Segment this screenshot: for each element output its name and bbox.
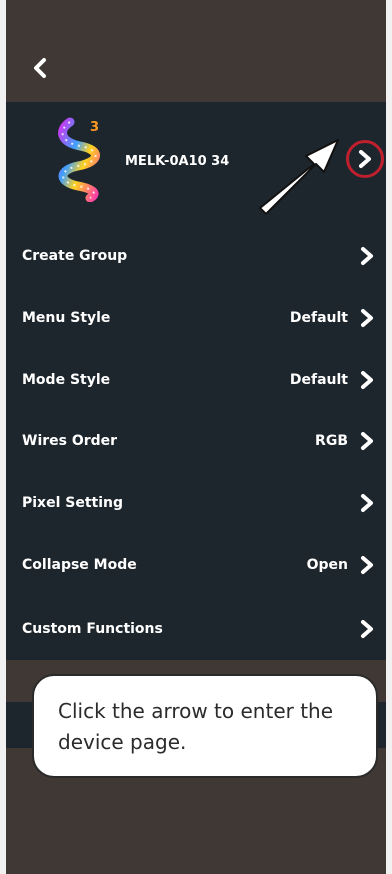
setting-label: Menu Style — [22, 310, 111, 326]
setting-create-group[interactable]: Create Group — [6, 236, 386, 276]
device-arrow-button[interactable] — [346, 140, 384, 178]
logo-badge: 3 — [90, 120, 100, 135]
chevron-right-icon — [361, 309, 373, 327]
setting-label: Custom Functions — [22, 621, 163, 637]
setting-mode-style[interactable]: Mode Style Default — [6, 360, 386, 400]
chevron-left-icon — [34, 58, 46, 78]
chevron-right-icon — [361, 432, 373, 450]
chevron-right-icon — [359, 150, 371, 168]
setting-label: Create Group — [22, 248, 128, 264]
chevron-right-icon — [361, 556, 373, 574]
phone-screen: 3 MELK-0A10 34 Create Group Menu Style D… — [6, 0, 386, 874]
setting-label: Mode Style — [22, 372, 111, 388]
chevron-right-icon — [361, 620, 373, 638]
setting-label: Collapse Mode — [22, 557, 137, 573]
setting-value: Default — [289, 310, 348, 326]
setting-value: Default — [289, 372, 348, 388]
setting-value: Open — [306, 557, 348, 573]
setting-label: Wires Order — [22, 433, 118, 449]
setting-label: Pixel Setting — [22, 495, 124, 511]
top-bar — [6, 0, 386, 102]
setting-pixel-setting[interactable]: Pixel Setting — [6, 483, 386, 523]
chevron-right-icon — [361, 247, 373, 265]
setting-menu-style[interactable]: Menu Style Default — [6, 298, 386, 338]
device-logo — [58, 117, 100, 202]
setting-value: RGB — [315, 433, 348, 449]
chevron-right-icon — [361, 371, 373, 389]
device-name: MELK-0A10 34 — [125, 154, 230, 169]
chevron-right-icon — [361, 494, 373, 512]
tooltip-text: Click the arrow to enter the device page… — [58, 699, 334, 754]
instruction-tooltip: Click the arrow to enter the device page… — [32, 674, 378, 778]
pointer-arrow-icon — [259, 139, 339, 214]
setting-collapse-mode[interactable]: Collapse Mode Open — [6, 545, 386, 585]
setting-wires-order[interactable]: Wires Order RGB — [6, 421, 386, 461]
setting-custom-functions[interactable]: Custom Functions — [6, 609, 386, 649]
back-button[interactable] — [28, 55, 52, 81]
